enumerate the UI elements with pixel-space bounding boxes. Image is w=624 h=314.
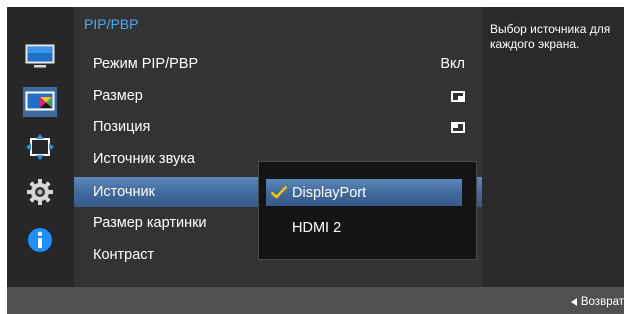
sidebar	[7, 7, 74, 287]
menu-item-position[interactable]: Позиция	[74, 112, 482, 142]
return-button[interactable]: Возврат	[570, 296, 624, 308]
menu-item-pip-pbp-mode[interactable]: Режим PIP/PBP Вкл	[74, 49, 482, 79]
position-top-left-icon	[451, 121, 465, 133]
menu-item-label: Позиция	[93, 119, 151, 135]
menu-item-label: Контраст	[93, 247, 155, 263]
pip-pbp-icon[interactable]	[23, 87, 57, 117]
menu-item-label: Размер	[93, 88, 143, 104]
menu-item-size[interactable]: Размер	[74, 81, 482, 111]
dropdown-option-label: DisplayPort	[292, 184, 367, 201]
dropdown-option-label: HDMI 2	[292, 219, 342, 236]
position-arrows-icon[interactable]	[23, 132, 57, 162]
menu-item-label: Источник звука	[93, 151, 195, 167]
dropdown-option-displayport[interactable]: DisplayPort	[266, 179, 462, 206]
menu-item-label: Размер картинки	[93, 215, 207, 231]
source-dropdown: DisplayPort HDMI 2	[258, 161, 477, 260]
menu-item-label: Источник	[93, 184, 155, 200]
size-small-window-icon	[451, 90, 465, 102]
return-label: Возврат	[580, 296, 624, 308]
bottom-bar: Возврат	[7, 287, 624, 314]
left-arrow-icon	[570, 298, 577, 306]
info-icon[interactable]	[23, 225, 57, 255]
menu-item-label: Режим PIP/PBP	[93, 56, 199, 72]
osd-menu: PIP/PBP Режим PIP/PBP Вкл Размер Позиция…	[7, 7, 624, 314]
picture-monitor-icon[interactable]	[23, 42, 57, 72]
help-panel: Выбор источника для каждого экрана.	[482, 7, 624, 287]
settings-gear-icon[interactable]	[23, 177, 57, 207]
help-text: Выбор источника для каждого экрана.	[490, 22, 611, 51]
checkmark-icon	[270, 185, 288, 204]
menu-item-value: Вкл	[440, 56, 465, 72]
dropdown-option-hdmi2[interactable]: HDMI 2	[266, 214, 462, 241]
page-title: PIP/PBP	[84, 16, 139, 32]
